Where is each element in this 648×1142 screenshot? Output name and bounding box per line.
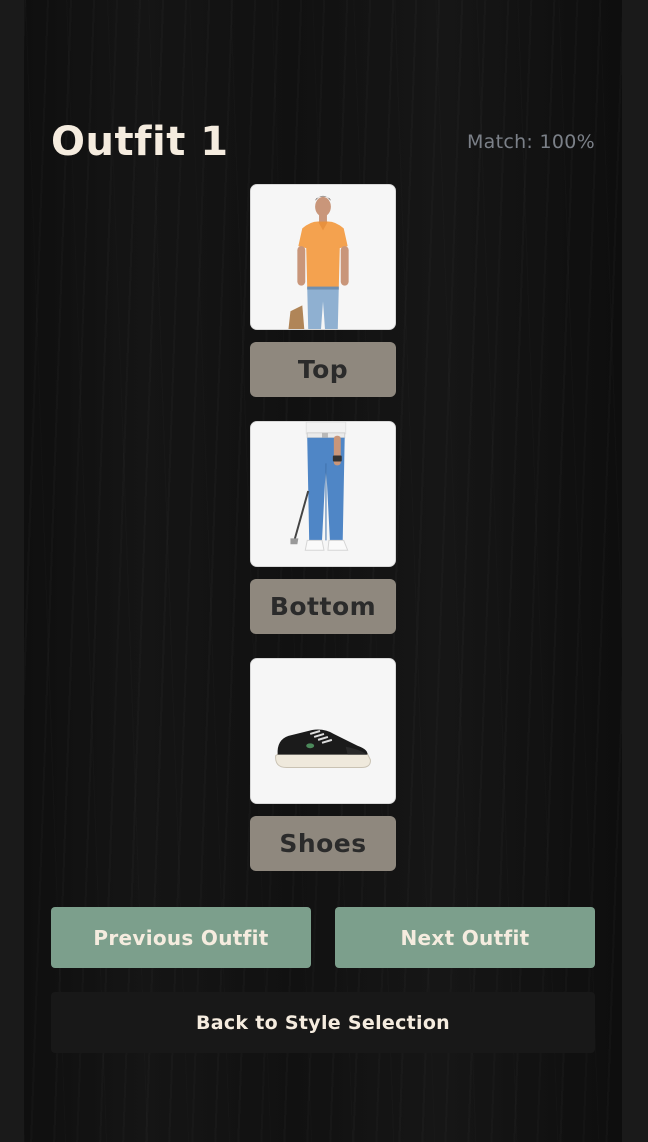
shoes-item-image[interactable] xyxy=(250,658,396,804)
back-to-style-selection-button[interactable]: Back to Style Selection xyxy=(51,992,595,1053)
outfit-item-bottom: Bottom xyxy=(250,421,396,634)
previous-outfit-button[interactable]: Previous Outfit xyxy=(51,907,311,968)
bottom-item-label: Bottom xyxy=(250,579,396,634)
outfit-item-top: Top xyxy=(250,184,396,397)
orange-polo-photo xyxy=(251,185,395,329)
outfit-navigation: Previous Outfit Next Outfit xyxy=(51,907,595,968)
outfit-item-shoes: Shoes xyxy=(250,658,396,871)
outfit-screen: Outfit 1 Match: 100% Top Bottom Shoes Pr… xyxy=(24,0,622,1142)
shoes-item-label: Shoes xyxy=(250,816,396,871)
black-sneaker-photo xyxy=(251,659,395,803)
top-item-label: Top xyxy=(250,342,396,397)
bottom-item-image[interactable] xyxy=(250,421,396,567)
blue-pants-photo xyxy=(251,422,395,566)
next-outfit-button[interactable]: Next Outfit xyxy=(335,907,595,968)
outfit-title: Outfit 1 xyxy=(51,119,229,165)
top-item-image[interactable] xyxy=(250,184,396,330)
match-score: Match: 100% xyxy=(466,131,595,153)
outfit-header: Outfit 1 Match: 100% xyxy=(51,112,595,172)
